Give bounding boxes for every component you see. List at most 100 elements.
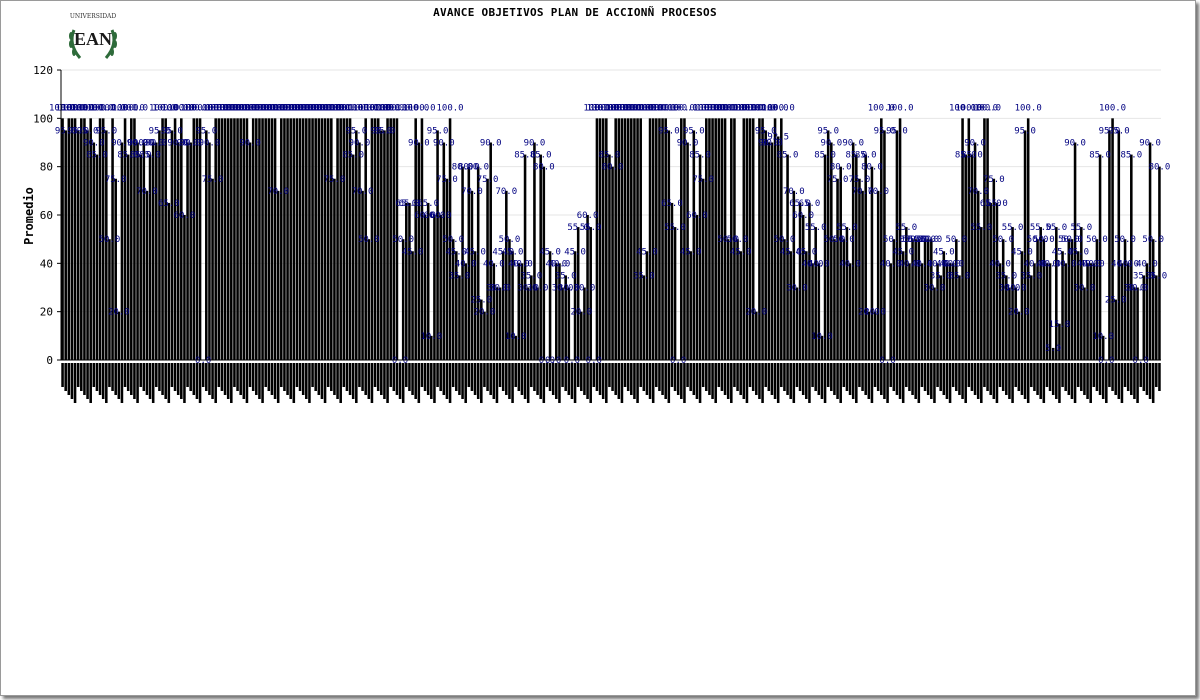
x-tick-label: [508, 363, 511, 399]
bar-value-label: 10.0: [811, 332, 833, 342]
bar: [330, 118, 333, 360]
x-tick-label: [95, 363, 99, 391]
bar-value-label: 55.0: [836, 223, 858, 233]
bar: [161, 118, 164, 360]
bar-value-label: 85.0: [1089, 151, 1111, 161]
x-tick-label: [767, 363, 771, 391]
bar-value-label: 85.0: [530, 151, 552, 161]
x-tick-label: [489, 363, 492, 395]
bar-value-label: 50.0: [99, 235, 121, 245]
x-tick-label: [367, 363, 371, 399]
bar-value-label: 70.0: [352, 187, 374, 197]
bar-value-label: 45.0: [636, 247, 658, 257]
x-tick-label: [392, 363, 396, 391]
bar-value-label: 50.0: [442, 235, 464, 245]
bar-value-label: 60.0: [792, 211, 814, 221]
x-tick-label: [501, 363, 505, 391]
x-tick-label: [586, 363, 589, 399]
bar: [923, 239, 927, 360]
x-tick-label: [514, 363, 517, 387]
bar-value-label: 90.0: [145, 139, 167, 149]
bar: [876, 190, 880, 360]
x-tick-label: [733, 363, 736, 387]
bar: [642, 275, 646, 360]
bar-value-label: 95.0: [1014, 126, 1036, 136]
x-tick-label: [517, 363, 521, 391]
x-tick-label: [789, 363, 792, 399]
bar-value-label: 45.0: [1067, 247, 1089, 257]
bar: [292, 118, 296, 360]
bar-value-label: 50.0: [392, 235, 414, 245]
x-tick-label: [167, 363, 171, 403]
bar: [223, 118, 227, 360]
bar-value-label: 95.0: [374, 126, 396, 136]
bar: [1023, 130, 1027, 360]
x-tick-label: [208, 363, 211, 395]
bar: [195, 118, 199, 360]
bar-value-label: 90.0: [199, 139, 221, 149]
bar: [739, 251, 742, 360]
bar: [239, 118, 242, 360]
x-tick-label: [876, 363, 880, 391]
bar: [995, 202, 999, 360]
x-tick-label: [526, 363, 530, 403]
bar: [214, 118, 217, 360]
bar-value-label: 10.0: [1092, 332, 1114, 342]
bar-value-label: 45.0: [564, 247, 586, 257]
bar-value-label: 100.0: [768, 103, 795, 113]
x-tick-label: [598, 363, 602, 395]
x-tick-label: [1098, 363, 1102, 395]
bar: [355, 130, 358, 360]
x-tick-label: [351, 363, 355, 399]
bar: [1136, 287, 1139, 360]
bar-value-label: 100.0: [974, 103, 1001, 113]
x-tick-label: [689, 363, 692, 391]
x-tick-label: [239, 363, 242, 395]
x-tick-label: [451, 363, 455, 387]
bar: [933, 287, 936, 360]
x-tick-label: [976, 363, 980, 399]
bar: [908, 263, 911, 360]
x-tick-label: [564, 363, 567, 391]
x-tick-label: [701, 363, 705, 387]
x-tick-label: [955, 363, 958, 391]
bar-value-label: 100.0: [408, 103, 435, 113]
x-tick-label: [930, 363, 933, 399]
x-tick-label: [255, 363, 258, 395]
x-tick-label: [417, 363, 421, 403]
x-tick-label: [901, 363, 905, 403]
bar: [895, 130, 899, 360]
x-tick-label: [139, 363, 142, 387]
x-tick-label: [151, 363, 155, 403]
x-tick-label: [373, 363, 377, 387]
x-tick-label: [630, 363, 633, 395]
x-tick-label: [826, 363, 830, 387]
bar: [539, 154, 542, 360]
x-tick-label: [133, 363, 136, 399]
bar: [892, 239, 896, 360]
bar: [855, 154, 858, 360]
x-tick-label: [423, 363, 427, 391]
bar: [205, 130, 208, 360]
x-tick-label: [433, 363, 436, 403]
bar: [420, 118, 424, 360]
bar-value-label: 70.0: [136, 187, 158, 197]
x-tick-label: [914, 363, 917, 399]
bar: [1014, 287, 1017, 360]
bar: [226, 118, 230, 360]
bar: [783, 239, 786, 360]
bar: [64, 130, 67, 360]
bar-value-label: 60.0: [430, 211, 452, 221]
bar: [889, 263, 892, 360]
x-tick-label: [523, 363, 527, 399]
x-tick-label: [936, 363, 939, 387]
bar: [192, 118, 196, 360]
bar: [667, 130, 671, 360]
x-tick-label: [1048, 363, 1052, 391]
bar: [986, 118, 989, 360]
x-tick-label: [136, 363, 139, 403]
bar-chart: 100.095.0100.0100.0100.095.0100.0100.095…: [22, 64, 1170, 403]
x-tick-label: [617, 363, 621, 399]
x-tick-label: [130, 363, 133, 395]
x-tick-label: [1092, 363, 1096, 387]
